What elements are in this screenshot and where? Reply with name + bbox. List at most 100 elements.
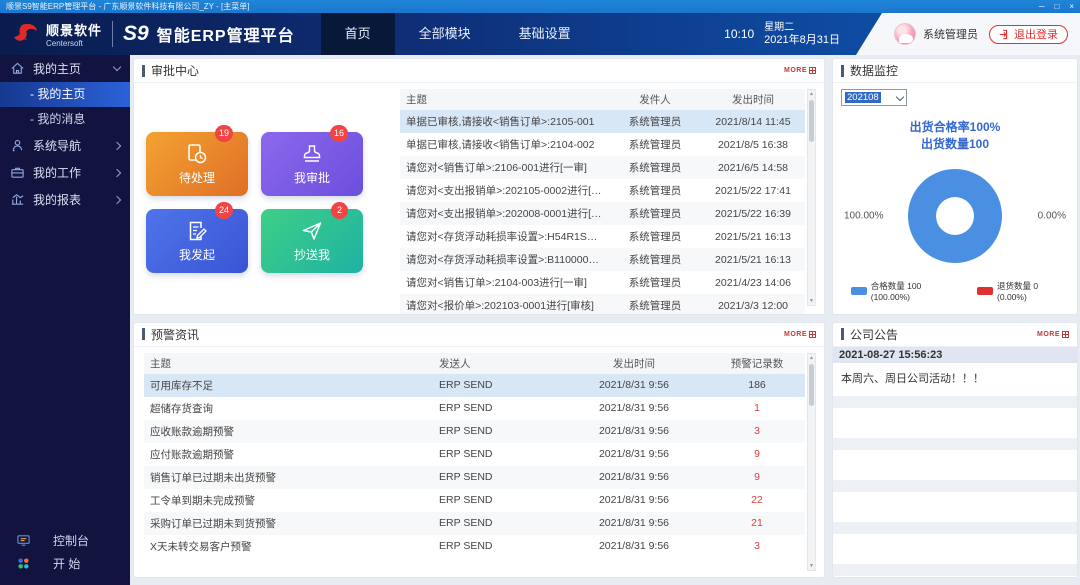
sidebar-item-system-nav[interactable]: 系统导航 — [0, 132, 130, 159]
vertical-scrollbar[interactable]: ▲ ▼ — [807, 353, 816, 572]
home-icon — [10, 61, 25, 76]
table-row[interactable]: 请您对<销售订单>:2106-001进行[一审] 系统管理员 2021/6/5 … — [400, 156, 805, 179]
table-row[interactable]: 请您对<存货浮动耗损率设置>:B11000001进行[审核] 系统管理员 202… — [400, 248, 805, 271]
alerts-title: 预警资讯 — [151, 326, 199, 343]
legend-swatch-return — [977, 287, 993, 295]
briefcase-icon — [10, 165, 25, 180]
start-button[interactable]: 开 始 — [0, 552, 130, 575]
data-monitor-title: 数据监控 — [850, 62, 898, 79]
avatar[interactable] — [894, 23, 916, 45]
table-row[interactable]: X天未转交易客户预警 ERP SEND 2021/8/31 9:56 3 — [144, 535, 805, 558]
initiated-doc-edit-icon — [185, 219, 209, 243]
sidebar-footer: 控制台 开 始 — [0, 529, 130, 575]
table-row[interactable]: 采购订单已过期未到货预警 ERP SEND 2021/8/31 9:56 21 — [144, 512, 805, 535]
chevron-right-icon — [113, 141, 121, 149]
maximize-icon[interactable]: □ — [1054, 0, 1059, 13]
product-name: 智能ERP管理平台 — [157, 22, 295, 46]
table-row[interactable]: 请您对<报价单>:202103-0001进行[审核] 系统管理员 2021/3/… — [400, 294, 805, 315]
scroll-up-icon[interactable]: ▲ — [808, 355, 815, 361]
scroll-down-icon[interactable]: ▼ — [808, 563, 815, 569]
panel-accent — [142, 65, 145, 77]
brand: 顺景软件 Centersoft — [0, 20, 102, 48]
table-row[interactable]: 请您对<支出报销单>:202105-0002进行[审核] 系统管理员 2021/… — [400, 179, 805, 202]
badge-count: 19 — [215, 125, 233, 142]
alerts-table: 主题 发送人 发出时间 预警记录数 可用库存不足 ERP SEND 20 — [144, 353, 816, 572]
close-icon[interactable]: × — [1069, 0, 1074, 13]
sidebar-item-my-work[interactable]: 我的工作 — [0, 159, 130, 186]
vertical-scrollbar[interactable]: ▲ ▼ — [807, 89, 816, 306]
more-link[interactable]: MORE — [1037, 331, 1069, 338]
table-row[interactable]: 请您对<存货浮动耗损率设置>:H54R1S006002进行[审核] 系统管理员 … — [400, 225, 805, 248]
table-header-row: 主题 发送人 发出时间 预警记录数 — [144, 353, 805, 374]
divider — [112, 21, 113, 47]
more-grid-icon — [1062, 331, 1069, 338]
alerts-panel: 预警资讯 MORE 主题 发送人 发出时间 预警记录数 — [133, 322, 825, 579]
logout-button[interactable]: 退出登录 — [989, 25, 1068, 44]
panel-accent — [841, 328, 844, 340]
table-header-row: 主题 发件人 发出时间 — [400, 89, 805, 110]
sidebar: 我的主页 - 我的主页 - 我的消息 系统导航 我的工作 我的报表 — [0, 55, 130, 585]
panel-accent — [841, 65, 844, 77]
brand-subname: Centersoft — [46, 39, 102, 48]
badge-count: 2 — [331, 202, 348, 219]
scroll-down-icon[interactable]: ▼ — [808, 298, 815, 304]
table-row[interactable]: 单据已审核,请接收<销售订单>:2105-001 系统管理员 2021/8/14… — [400, 110, 805, 133]
window-title: 顺景S9智能ERP管理平台 - 广东顺景软件科技有限公司_ZY - [主菜单] — [6, 1, 249, 12]
app-header: 顺景软件 Centersoft S9 智能ERP管理平台 首页 全部模块 基础设… — [0, 13, 1080, 55]
legend-swatch-pass — [851, 287, 867, 295]
window-titlebar: 顺景S9智能ERP管理平台 - 广东顺景软件科技有限公司_ZY - [主菜单] … — [0, 0, 1080, 13]
user-area: 系统管理员 退出登录 — [856, 13, 1080, 55]
table-row[interactable]: 应收账款逾期预警 ERP SEND 2021/8/31 9:56 3 — [144, 420, 805, 443]
report-chart-icon — [10, 192, 25, 207]
table-row[interactable]: 请您对<支出报销单>:202008-0001进行[审核] 系统管理员 2021/… — [400, 202, 805, 225]
clock-date: 2021年8月31日 — [764, 34, 840, 47]
tile-initiated[interactable]: 24 我发起 — [146, 209, 248, 273]
main-nav: 首页 全部模块 基础设置 — [321, 13, 595, 55]
more-grid-icon — [809, 67, 816, 74]
announcement-empty-rows — [833, 396, 1077, 578]
month-select[interactable]: 202108 — [841, 89, 907, 106]
legend-label-pass: 合格数量 100 (100.00%) — [871, 280, 962, 302]
pct-label-right: 0.00% — [1038, 211, 1066, 222]
tab-all-modules[interactable]: 全部模块 — [395, 13, 495, 55]
table-row[interactable]: 可用库存不足 ERP SEND 2021/8/31 9:56 186 — [144, 374, 805, 397]
scroll-up-icon[interactable]: ▲ — [808, 91, 815, 97]
chevron-down-icon — [113, 63, 121, 71]
console-button[interactable]: 控制台 — [0, 529, 130, 552]
navigator-icon — [10, 138, 25, 153]
badge-count: 24 — [215, 202, 233, 219]
tile-my-approvals[interactable]: 16 我审批 — [261, 132, 363, 196]
approval-center-panel: 审批中心 MORE 19 待处理 16 — [133, 58, 825, 315]
table-row[interactable]: 应付账款逾期预警 ERP SEND 2021/8/31 9:56 9 — [144, 443, 805, 466]
sidebar-item-my-home-sub[interactable]: - 我的主页 — [0, 82, 130, 107]
more-link[interactable]: MORE — [784, 67, 816, 74]
sidebar-item-my-home[interactable]: 我的主页 — [0, 55, 130, 82]
tab-basic-settings[interactable]: 基础设置 — [495, 13, 595, 55]
alerts-table-body: 可用库存不足 ERP SEND 2021/8/31 9:56 186 超储存货查… — [144, 374, 805, 558]
s9-logo: S9 — [123, 22, 149, 46]
minimize-icon[interactable]: ─ — [1039, 0, 1045, 13]
more-link[interactable]: MORE — [784, 331, 816, 338]
chevron-right-icon — [113, 168, 121, 176]
tile-cc-me[interactable]: 2 抄送我 — [261, 209, 363, 273]
chart-legend: 合格数量 100 (100.00%) 退货数量 0 (0.00%) — [841, 280, 1069, 308]
table-row[interactable]: 单据已审核,请接收<销售订单>:2104-002 系统管理员 2021/8/5 … — [400, 133, 805, 156]
approval-center-title: 审批中心 — [151, 62, 199, 79]
scroll-thumb[interactable] — [809, 364, 814, 406]
legend-label-return: 退货数量 0 (0.00%) — [997, 280, 1069, 302]
approval-table: 主题 发件人 发出时间 单据已审核,请接收<销售订单>:2105-001 系统管… — [400, 89, 816, 306]
tile-pending[interactable]: 19 待处理 — [146, 132, 248, 196]
table-row[interactable]: 请您对<销售订单>:2104-003进行[一审] 系统管理员 2021/4/23… — [400, 271, 805, 294]
sidebar-item-my-reports[interactable]: 我的报表 — [0, 186, 130, 213]
approval-table-body: 单据已审核,请接收<销售订单>:2105-001 系统管理员 2021/8/14… — [400, 110, 805, 315]
table-row[interactable]: 超储存货查询 ERP SEND 2021/8/31 9:56 1 — [144, 397, 805, 420]
sidebar-item-my-messages[interactable]: - 我的消息 — [0, 107, 130, 132]
pending-doc-clock-icon — [185, 142, 209, 166]
tab-home[interactable]: 首页 — [321, 13, 395, 55]
user-name: 系统管理员 — [923, 26, 978, 42]
chevron-down-icon — [896, 92, 904, 100]
table-row[interactable]: 销售订单已过期未出货预警 ERP SEND 2021/8/31 9:56 9 — [144, 466, 805, 489]
scroll-thumb[interactable] — [809, 100, 814, 142]
table-row[interactable]: 工令单到期未完成预警 ERP SEND 2021/8/31 9:56 22 — [144, 489, 805, 512]
announcement-date[interactable]: 2021-08-27 15:56:23 — [833, 347, 1077, 363]
